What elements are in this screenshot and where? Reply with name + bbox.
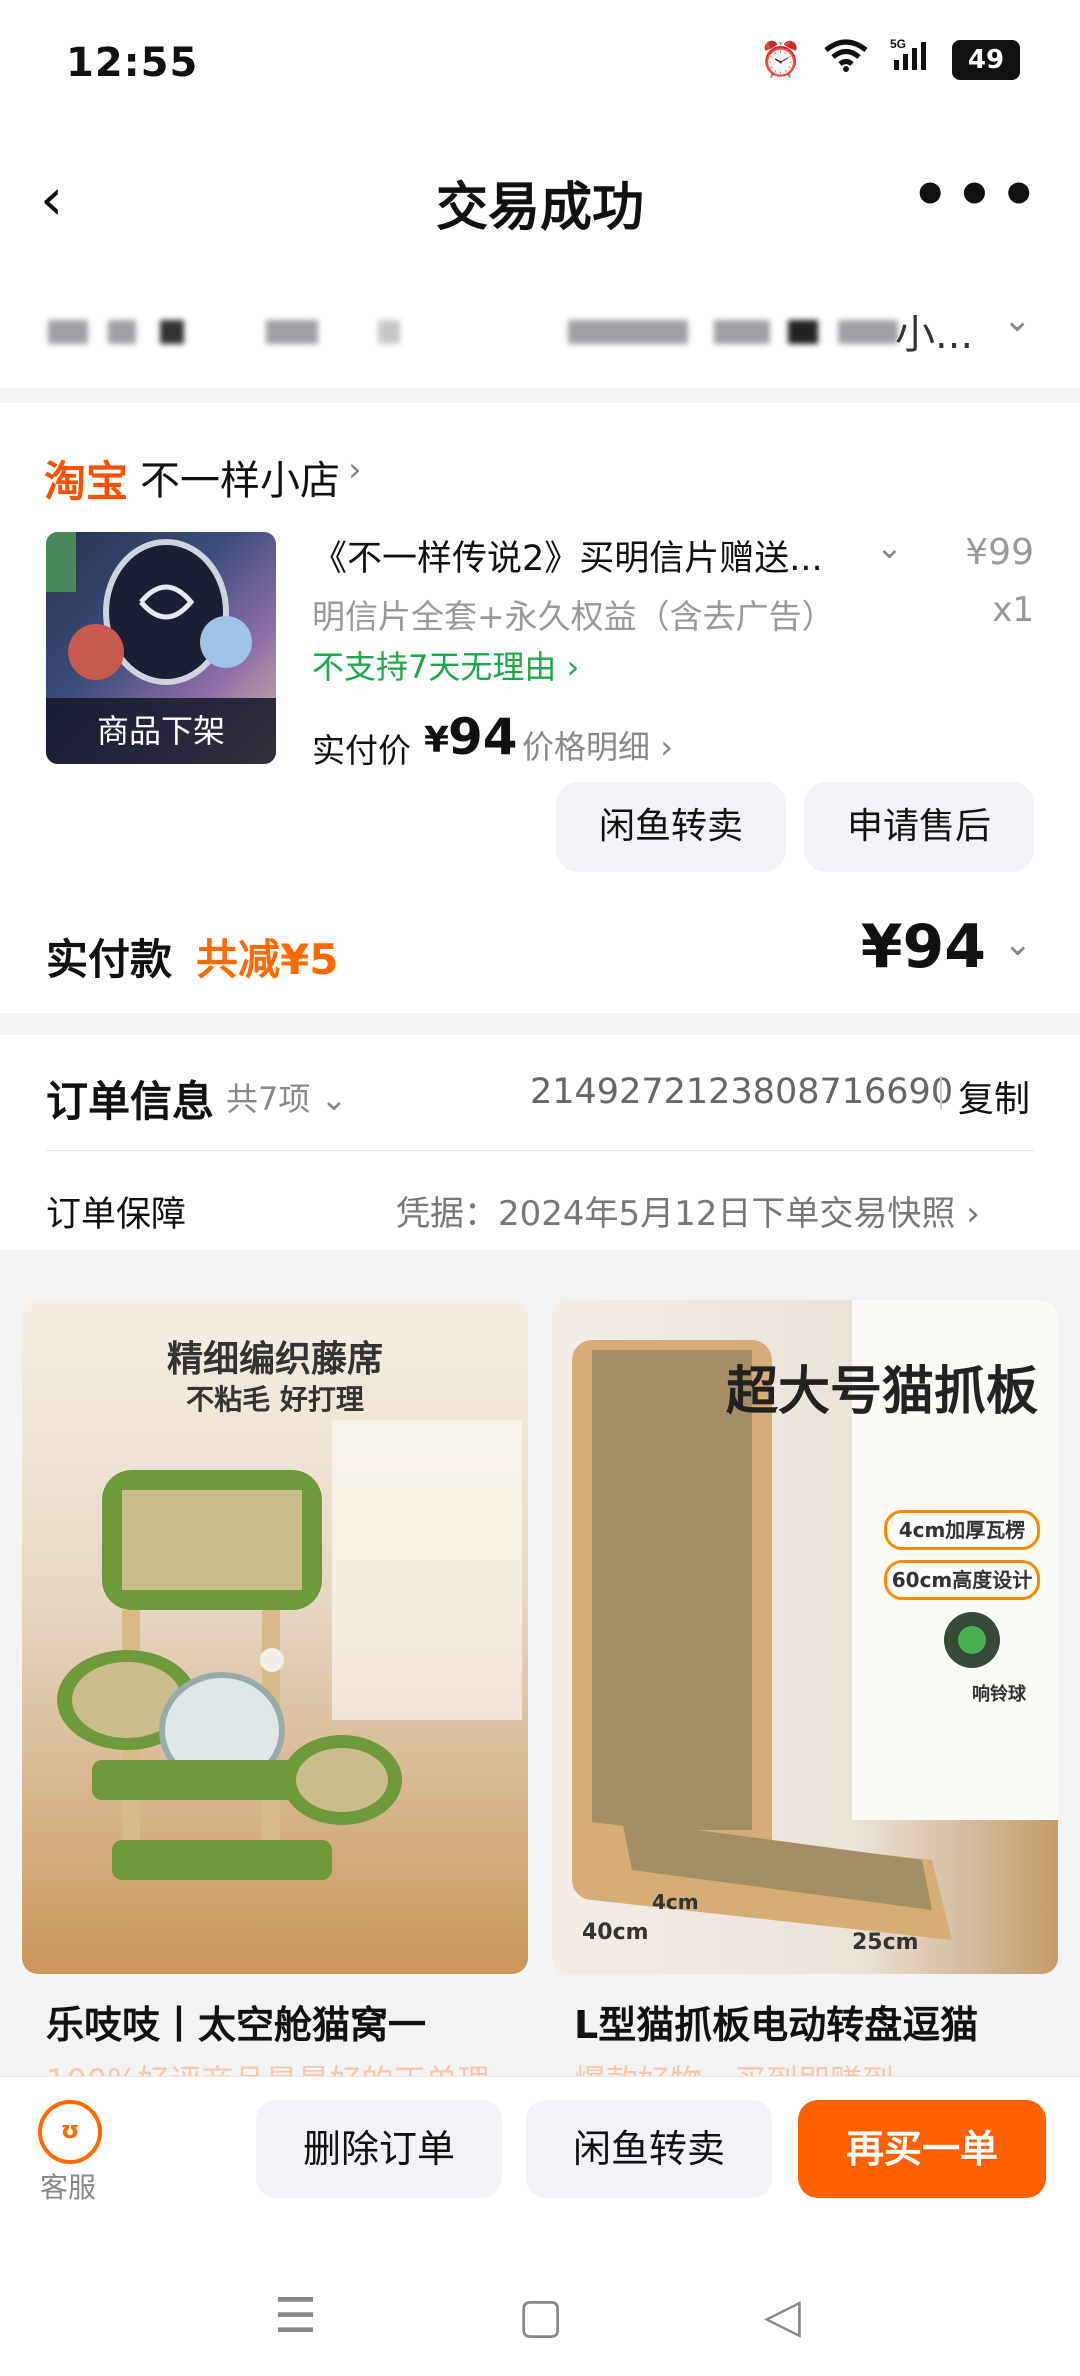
paid-price-value: 94 <box>448 708 518 766</box>
divider <box>46 1150 1034 1151</box>
status-badge: 商品下架 <box>46 698 276 764</box>
order-guarantee-label: 订单保障 <box>46 1195 187 1235</box>
chevron-right-icon: › <box>660 728 673 766</box>
divider <box>940 1076 942 1110</box>
recommendation-card[interactable]: 精细编织藤席 不粘毛 好打理 <box>22 1300 528 1974</box>
battery-icon: 49 <box>952 39 1020 80</box>
payment-total[interactable]: ¥94 <box>861 912 986 982</box>
product-sku: 明信片全套+永久权益（含去广告） <box>312 597 835 636</box>
order-info-title: 订单信息 <box>46 1077 215 1126</box>
payment-discount: 共减¥5 <box>196 935 339 984</box>
chevron-down-icon: ⌄ <box>320 1080 348 1118</box>
customer-service-icon[interactable]: ʊ <box>38 2100 102 2164</box>
return-policy[interactable]: 不支持7天无理由 › <box>312 642 579 688</box>
buy-again-button[interactable]: 再买一单 <box>798 2100 1046 2198</box>
chevron-right-icon: › <box>566 648 580 686</box>
cat-tree-image <box>57 1420 522 1880</box>
status-icons: ⏰ 5G 49 <box>759 37 1020 81</box>
chevron-down-icon[interactable]: ⌄ <box>1004 924 1033 964</box>
product-title[interactable]: 《不一样传说2》买明信片赠送... <box>312 530 823 581</box>
rec-subtitle: 100%好评商品是最好的正单理 <box>46 2056 490 2076</box>
rec-subtitle: 爆款好物，买到即赚到 <box>574 2056 894 2076</box>
chevron-right-icon[interactable]: › <box>348 450 362 490</box>
menu-icon[interactable]: ☰ <box>274 2288 317 2344</box>
svg-text:5G: 5G <box>890 38 906 51</box>
chevron-right-icon: › <box>966 1194 980 1234</box>
price-detail-link[interactable]: 价格明细 › <box>522 722 673 768</box>
paid-price-label: 实付价 <box>312 731 411 770</box>
rec-caption: 超大号猫抓板 <box>725 1362 1038 1422</box>
signal-icon: 5G <box>890 37 930 81</box>
taobao-logo: 淘宝 <box>44 457 129 506</box>
dim-label: 4cm <box>652 1890 699 1914</box>
order-snapshot-text: 凭据：2024年5月12日下单交易快照 <box>396 1194 956 1234</box>
rec-title[interactable]: 乐吱吱丨太空舱猫窝一 <box>46 1994 426 2049</box>
paid-price-currency: ¥ <box>424 720 450 761</box>
dim-label: 40cm <box>582 1920 649 1945</box>
resell-button[interactable]: 闲鱼转卖 <box>556 782 786 872</box>
home-icon[interactable]: ▢ <box>518 2288 563 2344</box>
wifi-icon <box>824 38 868 81</box>
payment-label: 实付款 <box>46 935 173 984</box>
order-number: 2149272123808716690 <box>530 1072 954 1112</box>
order-snapshot-link[interactable]: 凭据：2024年5月12日下单交易快照 › <box>396 1186 980 1235</box>
product-price: ¥99 <box>965 532 1034 573</box>
alarm-icon: ⏰ <box>759 39 802 80</box>
address-text: 小... <box>895 312 974 358</box>
feature-tag: 4cm加厚瓦楞 <box>884 1510 1040 1550</box>
recommendation-card[interactable]: 超大号猫抓板 4cm加厚瓦楞 60cm高度设计 响铃球 4cm 40cm 25c… <box>552 1300 1058 1974</box>
chevron-down-icon[interactable]: ⌄ <box>1003 300 1032 340</box>
feature-tag: 60cm高度设计 <box>884 1560 1040 1600</box>
back-icon[interactable]: ◁ <box>764 2288 801 2344</box>
product-thumbnail[interactable]: 商品下架 <box>46 532 276 764</box>
dim-label: 25cm <box>852 1930 919 1955</box>
price-detail-text: 价格明细 <box>522 728 651 766</box>
rec-title[interactable]: L型猫抓板电动转盘逗猫 <box>574 1994 978 2049</box>
customer-service-label[interactable]: 客服 <box>40 2166 96 2206</box>
ball-label: 响铃球 <box>972 1684 1026 1705</box>
divider <box>0 2076 1080 2077</box>
after-sale-button[interactable]: 申请售后 <box>804 782 1034 872</box>
shop-name[interactable]: 不一样小店 <box>140 448 340 506</box>
product-quantity: x1 <box>992 590 1034 630</box>
chevron-down-icon[interactable]: ⌄ <box>876 528 903 566</box>
delete-order-button[interactable]: 删除订单 <box>256 2100 502 2198</box>
status-time: 12:55 <box>66 40 199 86</box>
resell-button[interactable]: 闲鱼转卖 <box>526 2100 772 2198</box>
return-policy-text: 不支持7天无理由 <box>312 648 557 686</box>
order-info-count: 共7项 <box>226 1080 311 1118</box>
more-icon[interactable]: ••• <box>911 160 1044 230</box>
address-redacted <box>48 312 908 352</box>
order-info-expand[interactable]: 共7项 ⌄ <box>226 1074 347 1120</box>
copy-button[interactable]: 复制 <box>958 1070 1030 1122</box>
